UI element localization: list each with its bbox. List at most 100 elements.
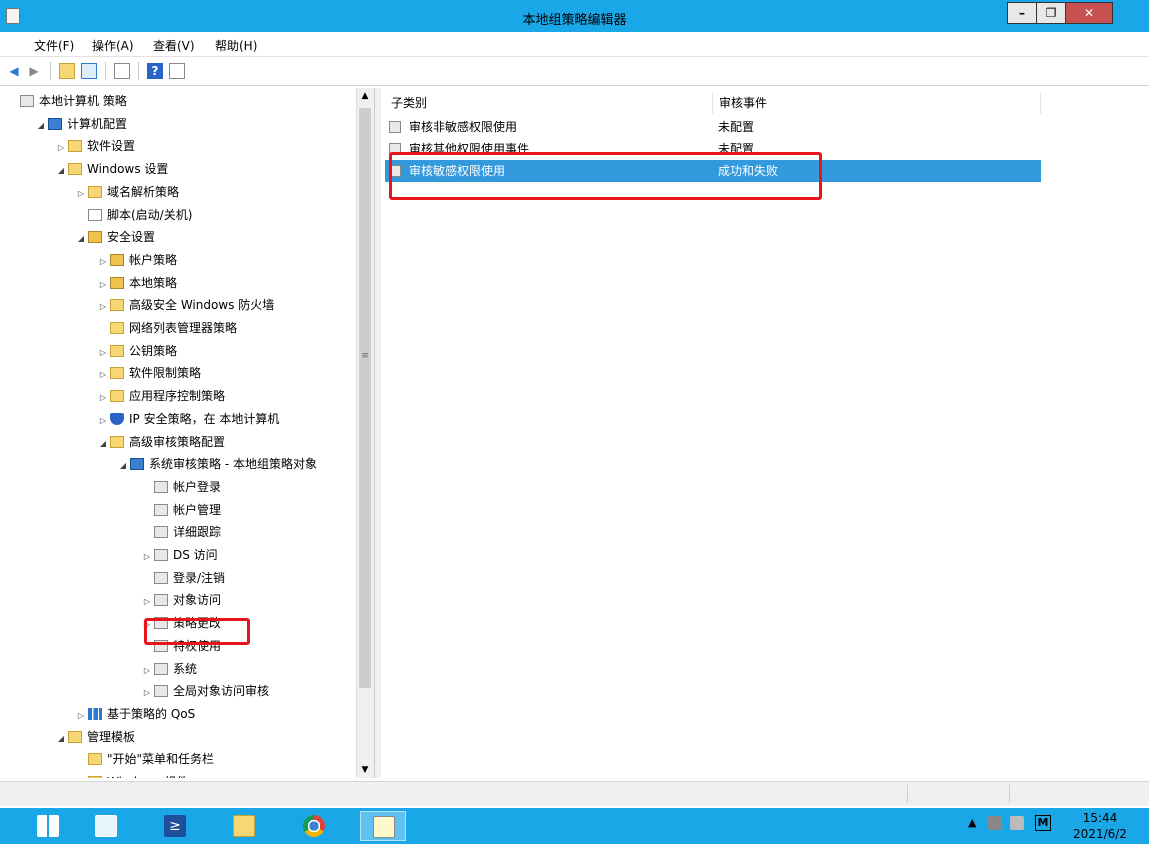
tree-node[interactable]: ▷ 高级安全 Windows 防火墙 xyxy=(96,294,274,316)
collapse-icon[interactable]: ◢ xyxy=(54,728,68,750)
menu-file[interactable]: 文件(F) xyxy=(34,37,74,54)
tree-node[interactable]: ▷ 系统 xyxy=(140,658,197,680)
forward-arrow-icon[interactable]: ▶ xyxy=(26,63,42,79)
tree-node[interactable]: 登录/注销 xyxy=(140,567,225,589)
up-folder-icon[interactable] xyxy=(59,63,75,79)
scroll-up-icon[interactable]: ▲ xyxy=(359,91,371,101)
expand-icon[interactable]: ▷ xyxy=(96,410,110,432)
column-header-audit-event[interactable]: 审核事件 xyxy=(713,92,1041,114)
computer-icon xyxy=(48,117,62,130)
minimize-button[interactable]: – xyxy=(1007,2,1037,24)
toolbar-separator xyxy=(50,62,51,80)
tree-node[interactable]: 本地计算机 策略 xyxy=(6,90,127,112)
tree-node[interactable]: ▷ 对象访问 xyxy=(140,589,221,611)
window-title: 本地组策略编辑器 xyxy=(522,13,627,28)
tree-node[interactable]: ◢ 安全设置 xyxy=(74,226,155,248)
title-bar[interactable]: 本地组策略编辑器 – ❐ ✕ xyxy=(0,0,1149,32)
expand-icon[interactable]: ▷ xyxy=(54,137,68,159)
tree-node[interactable]: 脚本(启动/关机) xyxy=(74,204,192,226)
maximize-button[interactable]: ❐ xyxy=(1036,2,1066,24)
tree-node[interactable]: ▷ 本地策略 xyxy=(96,272,177,294)
expand-icon[interactable]: ▷ xyxy=(96,251,110,273)
expand-icon[interactable]: ▷ xyxy=(96,387,110,409)
tree-node[interactable]: 详细跟踪 xyxy=(140,521,221,543)
expand-icon[interactable]: ▷ xyxy=(74,773,88,778)
tree-node[interactable]: ▷ Windows 组件 xyxy=(74,771,188,778)
menu-action[interactable]: 操作(A) xyxy=(92,37,134,54)
tree-node[interactable]: ▷ 软件限制策略 xyxy=(96,362,201,384)
collapse-icon[interactable]: ◢ xyxy=(74,228,88,250)
tree-node-label: "开始"菜单和任务栏 xyxy=(107,752,215,767)
expand-icon[interactable]: ▷ xyxy=(96,364,110,386)
expand-icon[interactable]: ▷ xyxy=(96,296,110,318)
tree-node[interactable]: ◢ 系统审核策略 - 本地组策略对象 xyxy=(116,453,317,475)
collapse-icon[interactable]: ◢ xyxy=(54,160,68,182)
tree-node-label: 本地计算机 策略 xyxy=(39,94,127,108)
lock-icon xyxy=(110,276,124,289)
tree-node-label: 帐户管理 xyxy=(173,502,222,517)
expand-icon[interactable]: ▷ xyxy=(96,274,110,296)
tree-node[interactable]: ▷ 应用程序控制策略 xyxy=(96,385,225,407)
collapse-icon[interactable]: ◢ xyxy=(34,115,48,137)
tree-node[interactable]: 帐户管理 xyxy=(140,499,221,521)
tree-node[interactable]: 帐户登录 xyxy=(140,476,221,498)
powershell-icon[interactable]: ≥ xyxy=(152,811,198,841)
tree-node[interactable]: ◢ Windows 设置 xyxy=(54,158,168,180)
folder-icon xyxy=(110,367,124,380)
tree-node[interactable]: ▷ 帐户策略 xyxy=(96,249,177,271)
tree-node[interactable]: ▷ 公钥策略 xyxy=(96,340,177,362)
scroll-thumb[interactable] xyxy=(359,108,371,688)
file-explorer-icon[interactable] xyxy=(221,811,267,841)
back-arrow-icon[interactable]: ◀ xyxy=(6,63,22,79)
expand-icon[interactable]: ▷ xyxy=(96,342,110,364)
scroll-down-icon[interactable]: ▼ xyxy=(359,765,371,775)
tree-node[interactable]: ▷ 软件设置 xyxy=(54,135,135,157)
expand-icon[interactable]: ▷ xyxy=(140,546,154,568)
tree-node[interactable]: ▷ 基于策略的 QoS xyxy=(74,703,195,725)
tree-node[interactable]: ▷ 全局对象访问审核 xyxy=(140,680,269,702)
tree-node-label: 高级安全 Windows 防火墙 xyxy=(129,298,275,313)
chrome-icon[interactable] xyxy=(291,811,337,841)
tree-node[interactable]: "开始"菜单和任务栏 xyxy=(74,748,214,770)
menu-help[interactable]: 帮助(H) xyxy=(215,37,257,54)
tree-node[interactable]: ◢ 高级审核策略配置 xyxy=(96,431,225,453)
ime-mode-indicator[interactable]: M xyxy=(1035,815,1051,831)
policy-icon xyxy=(154,480,168,493)
gpedit-icon[interactable] xyxy=(360,811,406,841)
expand-icon[interactable]: ▷ xyxy=(140,660,154,682)
menu-view[interactable]: 查看(V) xyxy=(153,37,195,54)
properties-icon[interactable] xyxy=(169,63,185,79)
taskbar-clock[interactable]: 15:44 2021/6/2 xyxy=(1060,810,1140,842)
expand-icon[interactable]: ▷ xyxy=(140,682,154,704)
column-header-subcategory[interactable]: 子类别 xyxy=(385,92,713,114)
expand-icon[interactable]: ▷ xyxy=(74,705,88,727)
windows-start-icon[interactable] xyxy=(25,811,71,841)
tree-node[interactable]: 网络列表管理器策略 xyxy=(96,317,237,339)
server-manager-icon[interactable] xyxy=(83,811,129,841)
collapse-icon[interactable]: ◢ xyxy=(116,455,130,477)
tree-node[interactable]: ◢ 管理模板 xyxy=(54,726,135,748)
tree-node[interactable]: ▷ 域名解析策略 xyxy=(74,181,179,203)
tray-overflow-arrow-icon[interactable]: ▲ xyxy=(968,816,976,829)
pane-splitter[interactable] xyxy=(374,88,381,778)
tree-node-label: 登录/注销 xyxy=(173,570,226,585)
network-icon[interactable] xyxy=(988,816,1002,830)
tree-node-label: 本地策略 xyxy=(129,275,178,290)
tree-node-label: Windows 设置 xyxy=(87,162,169,177)
expand-icon[interactable]: ▷ xyxy=(140,591,154,613)
speaker-icon[interactable] xyxy=(1010,816,1024,830)
gpedit-window: 本地组策略编辑器 – ❐ ✕ 文件(F) 操作(A) 查看(V) 帮助(H) ◀… xyxy=(0,0,1149,808)
tree-node[interactable]: ▷ IP 安全策略，在 本地计算机 xyxy=(96,408,279,430)
list-item[interactable]: 审核非敏感权限使用 未配置 xyxy=(385,116,1041,138)
tree-scrollbar[interactable]: ▲ ≡ ▼ xyxy=(356,88,374,778)
help-icon[interactable]: ? xyxy=(147,63,163,79)
collapse-icon[interactable]: ◢ xyxy=(96,433,110,455)
status-bar xyxy=(0,781,1149,806)
close-button[interactable]: ✕ xyxy=(1065,2,1113,24)
show-hide-tree-icon[interactable] xyxy=(81,63,97,79)
tree-node[interactable]: ▷ DS 访问 xyxy=(140,544,218,566)
expand-icon[interactable]: ▷ xyxy=(74,183,88,205)
export-list-icon[interactable] xyxy=(114,63,130,79)
tree-node[interactable]: ◢ 计算机配置 xyxy=(34,113,127,135)
tree-node-label: 域名解析策略 xyxy=(107,184,180,199)
